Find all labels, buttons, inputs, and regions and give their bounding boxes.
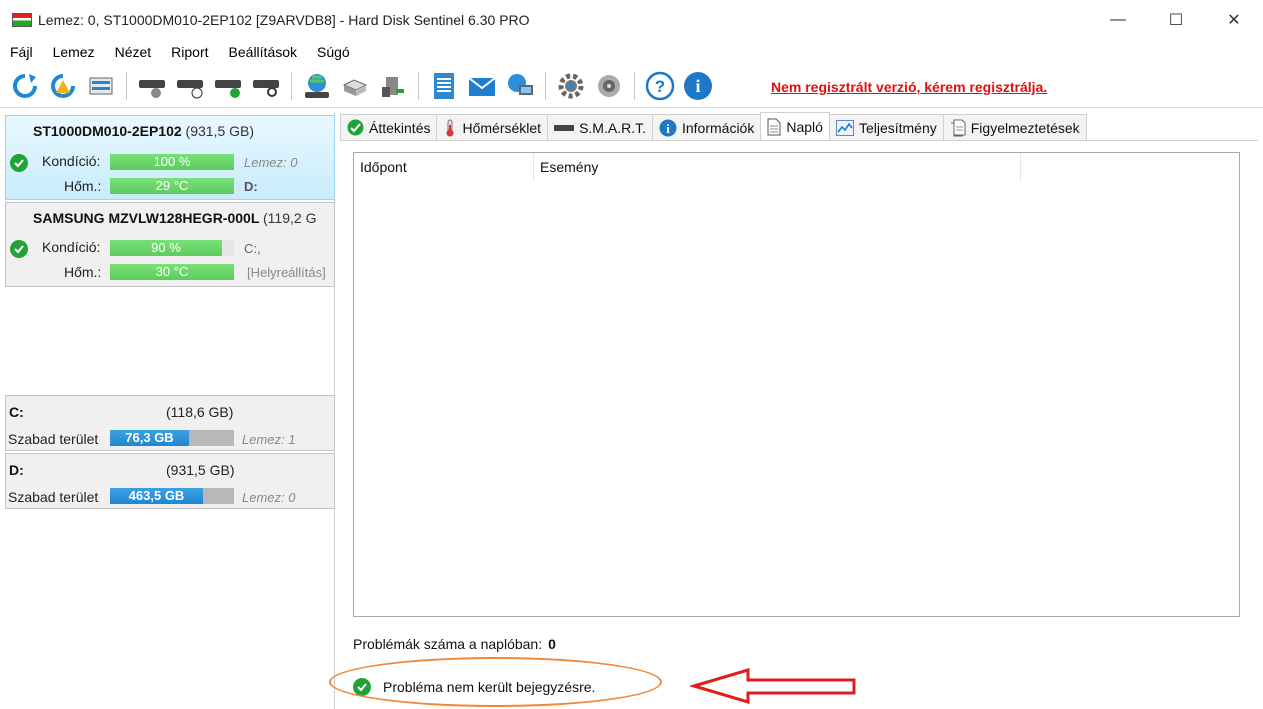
toolbar: ? i Nem regisztrált verzió, kérem regisz… — [0, 64, 1263, 108]
menu-settings[interactable]: Beállítások — [219, 44, 307, 60]
menu-help[interactable]: Súgó — [307, 44, 360, 60]
tab-information[interactable]: i Információk — [651, 114, 762, 140]
svg-text:?: ? — [655, 77, 665, 96]
highlight-ellipse — [329, 657, 662, 707]
tab-log[interactable]: Napló — [760, 112, 830, 140]
volume-disk-note: Lemez: 1 — [242, 432, 296, 447]
title-bar: Lemez: 0, ST1000DM010-2EP102 [Z9ARVDB8] … — [0, 0, 1263, 40]
disk-search-icon[interactable] — [250, 70, 282, 102]
register-link[interactable]: Nem regisztrált verzió, kérem regisztrál… — [771, 79, 1047, 95]
problem-count-label: Problémák száma a naplóban: — [353, 636, 543, 652]
disk-card[interactable]: ST1000DM010-2EP102 (931,5 GB) Kondíció: … — [5, 115, 335, 200]
temperature-bar: 29 °C — [110, 178, 234, 194]
network-send-icon[interactable] — [504, 70, 536, 102]
log-table[interactable]: Időpont Esemény — [353, 152, 1240, 617]
volume-disk-note: Lemez: 0 — [242, 490, 296, 505]
temperature-label: Hőm.: — [64, 264, 102, 280]
svg-text:i: i — [666, 121, 670, 136]
disk-name: SAMSUNG MZVLW128HEGR-000L — [33, 210, 260, 226]
volume-note: C:, — [244, 241, 261, 256]
sound-icon[interactable] — [593, 70, 625, 102]
menu-report[interactable]: Riport — [161, 44, 218, 60]
menu-bar: Fájl Lemez Nézet Riport Beállítások Súgó — [0, 40, 1263, 64]
volume-letter: C: — [9, 404, 24, 420]
maximize-button[interactable]: ☐ — [1147, 0, 1205, 40]
disk-card[interactable]: SAMSUNG MZVLW128HEGR-000L (119,2 G Kondí… — [5, 202, 335, 287]
disk-size: (931,5 GB) — [185, 123, 255, 139]
disk-test-icon[interactable] — [136, 70, 168, 102]
thermometer-icon — [443, 119, 457, 137]
check-icon — [347, 119, 364, 136]
app-icon — [12, 13, 32, 27]
problem-count-value: 0 — [548, 636, 556, 652]
pointer-arrow — [690, 668, 856, 704]
window-title: Lemez: 0, ST1000DM010-2EP102 [Z9ARVDB8] … — [38, 12, 530, 28]
column-event[interactable]: Esemény — [534, 153, 1021, 181]
condition-label: Kondíció: — [42, 153, 101, 169]
report-icon[interactable] — [428, 70, 460, 102]
disk-schedule-icon[interactable] — [174, 70, 206, 102]
disk-size: (119,2 G — [263, 210, 317, 226]
condition-label: Kondíció: — [42, 239, 101, 255]
svg-text:i: i — [695, 76, 700, 96]
document-icon — [767, 118, 781, 136]
volume-size: (931,5 GB) — [166, 462, 235, 478]
disk-copy-icon[interactable] — [339, 70, 371, 102]
help-icon[interactable]: ? — [644, 70, 676, 102]
chart-icon — [835, 119, 854, 136]
disk-panel-icon[interactable] — [85, 70, 117, 102]
refresh-icon[interactable] — [9, 70, 41, 102]
tab-bar: Áttekintés Hőmérséklet S.M.A.R.T. i Info… — [340, 112, 1087, 140]
network-disk-icon[interactable] — [301, 70, 333, 102]
pages-icon — [950, 119, 966, 137]
gear-icon[interactable] — [555, 70, 587, 102]
volume-size: (118,6 GB) — [166, 404, 234, 420]
refresh-warning-icon[interactable] — [47, 70, 79, 102]
tab-temperature[interactable]: Hőmérséklet — [436, 114, 549, 140]
condition-bar: 90 % — [110, 240, 222, 256]
tab-alerts[interactable]: Figyelmeztetések — [942, 114, 1087, 140]
minimize-button[interactable]: — — [1089, 0, 1147, 40]
menu-file[interactable]: Fájl — [0, 44, 43, 60]
free-space-bar: 463,5 GB — [110, 488, 203, 504]
volume-letter: D: — [9, 462, 24, 478]
free-space-bar: 76,3 GB — [110, 430, 189, 446]
recovery-note: [Helyreállítás] — [247, 265, 326, 280]
info-icon: i — [659, 119, 677, 137]
disk-number-note: Lemez: 0 — [244, 155, 298, 170]
column-time[interactable]: Időpont — [354, 153, 534, 181]
menu-view[interactable]: Nézet — [105, 44, 162, 60]
menu-disk[interactable]: Lemez — [43, 44, 105, 60]
status-ok-icon — [10, 154, 28, 172]
tab-performance[interactable]: Teljesítmény — [828, 114, 944, 140]
volume-card[interactable]: C: (118,6 GB) Szabad terület 76,3 GB Lem… — [5, 395, 335, 451]
info-icon[interactable]: i — [682, 70, 714, 102]
volume-note: D: — [244, 179, 258, 194]
tab-smart[interactable]: S.M.A.R.T. — [547, 114, 653, 140]
drive-icon — [554, 123, 575, 133]
status-ok-icon — [10, 240, 28, 258]
column-extra[interactable] — [1021, 153, 1239, 181]
volume-card[interactable]: D: (931,5 GB) Szabad terület 463,5 GB Le… — [5, 453, 335, 509]
log-table-header: Időpont Esemény — [354, 153, 1239, 181]
temperature-bar: 30 °C — [110, 264, 234, 280]
disk-ok-icon[interactable] — [212, 70, 244, 102]
condition-bar: 100 % — [110, 154, 234, 170]
free-space-label: Szabad terület — [8, 489, 99, 505]
temperature-label: Hőm.: — [64, 178, 102, 194]
disk-list-pane: ST1000DM010-2EP102 (931,5 GB) Kondíció: … — [5, 113, 335, 709]
disk-name: ST1000DM010-2EP102 — [33, 123, 182, 139]
close-button[interactable]: ✕ — [1205, 0, 1263, 40]
email-icon[interactable] — [466, 70, 498, 102]
problem-count-line: Problémák száma a naplóban: 0 — [353, 636, 556, 652]
free-space-label: Szabad terület — [8, 431, 99, 447]
tab-overview[interactable]: Áttekintés — [340, 114, 438, 140]
usb-drive-icon[interactable] — [377, 70, 409, 102]
